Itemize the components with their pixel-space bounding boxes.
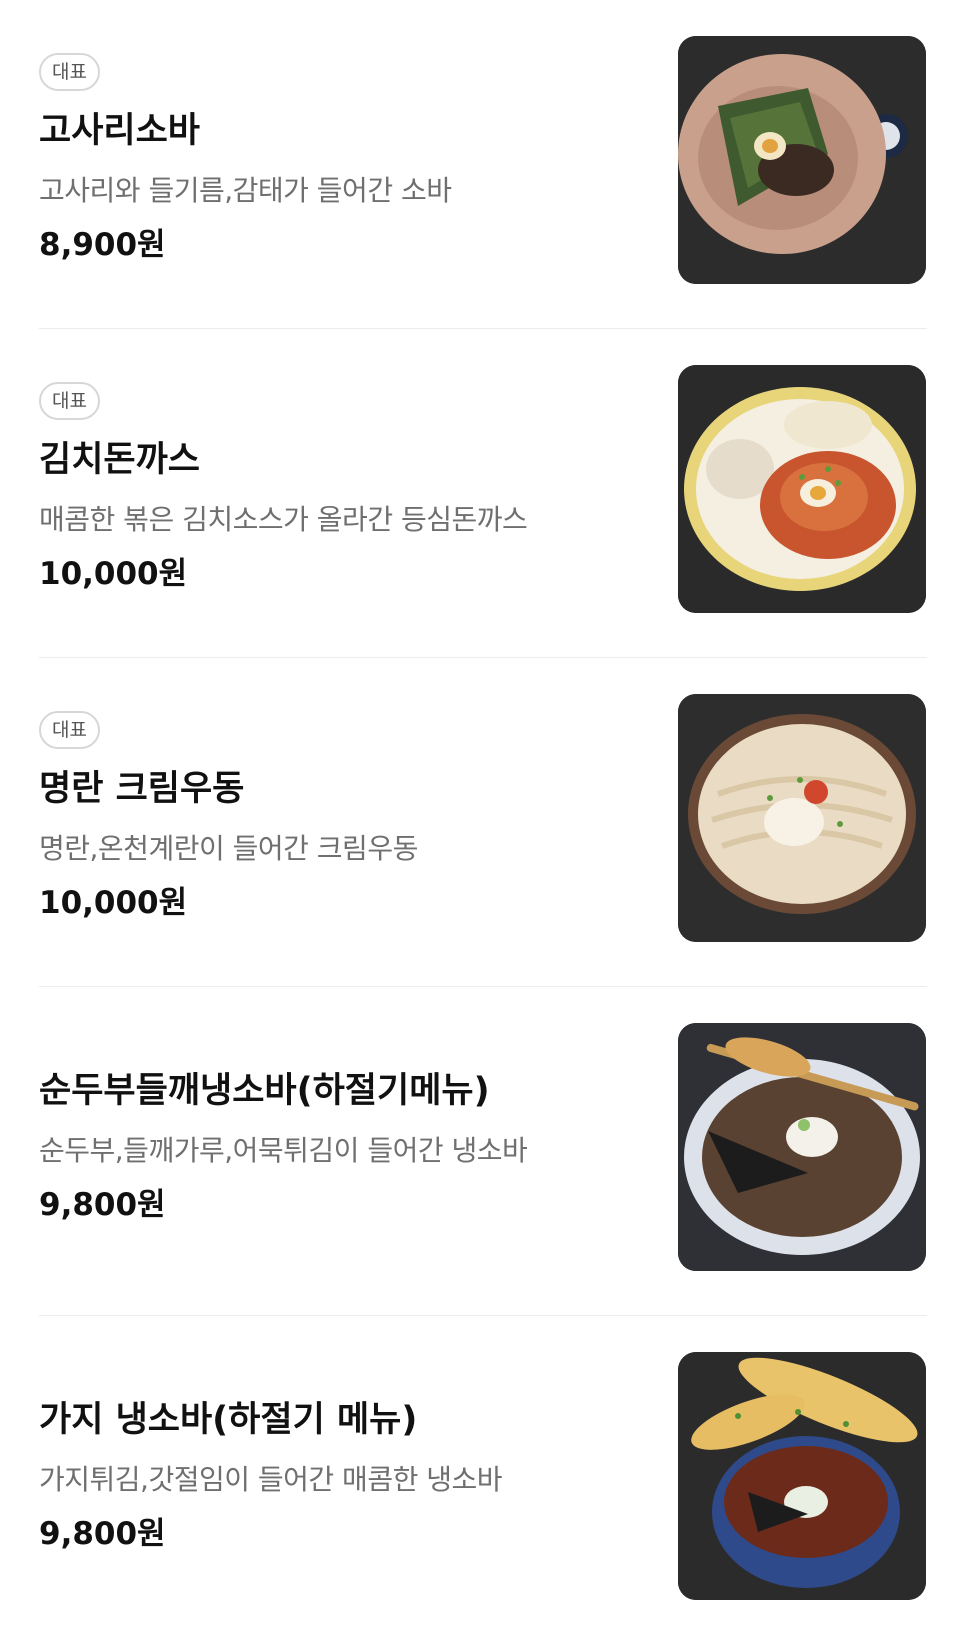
kimchi-tonkatsu-plate-icon [678,365,926,613]
menu-list: 대표 고사리소바 고사리와 들기름,감태가 들어간 소바 8,900원 대표 김… [0,0,966,1644]
menu-item[interactable]: 대표 명란 크림우동 명란,온천계란이 들어간 크림우동 10,000원 [0,658,966,987]
cream-udon-bowl-icon [678,694,926,942]
menu-item-price: 9,800원 [39,1516,166,1552]
eggplant-soba-bowl-icon [678,1352,926,1600]
menu-item-name: 가지 냉소바(하절기 메뉴) [39,1400,418,1440]
menu-item-name: 순두부들깨냉소바(하절기메뉴) [39,1071,490,1111]
menu-item[interactable]: 대표 고사리소바 고사리와 들기름,감태가 들어간 소바 8,900원 [0,0,966,329]
menu-item[interactable]: 가지 냉소바(하절기 메뉴) 가지튀김,갓절임이 들어간 매콤한 냉소바 9,8… [0,1316,966,1645]
menu-item[interactable]: 대표 김치돈까스 매콤한 볶은 김치소스가 올라간 등심돈까스 10,000원 [0,329,966,658]
menu-item-name: 고사리소바 [39,111,201,151]
soba-bowl-icon [678,36,926,284]
signature-badge: 대표 [39,382,100,420]
menu-item-price: 9,800원 [39,1187,166,1223]
cold-soba-bowl-icon [678,1023,926,1271]
menu-item-price: 10,000원 [39,885,188,921]
menu-item-price: 10,000원 [39,556,188,592]
menu-item-description: 순두부,들깨가루,어묵튀김이 들어간 냉소바 [39,1134,528,1167]
signature-badge: 대표 [39,711,100,749]
menu-item-price: 8,900원 [39,227,166,263]
menu-item-description: 매콤한 볶은 김치소스가 올라간 등심돈까스 [39,503,528,536]
menu-item-name: 김치돈까스 [39,440,201,480]
menu-item[interactable]: 순두부들깨냉소바(하절기메뉴) 순두부,들깨가루,어묵튀김이 들어간 냉소바 9… [0,987,966,1316]
signature-badge: 대표 [39,53,100,91]
menu-item-description: 명란,온천계란이 들어간 크림우동 [39,832,418,865]
menu-item-description: 고사리와 들기름,감태가 들어간 소바 [39,174,452,207]
menu-item-description: 가지튀김,갓절임이 들어간 매콤한 냉소바 [39,1463,503,1496]
menu-item-name: 명란 크림우동 [39,769,245,809]
